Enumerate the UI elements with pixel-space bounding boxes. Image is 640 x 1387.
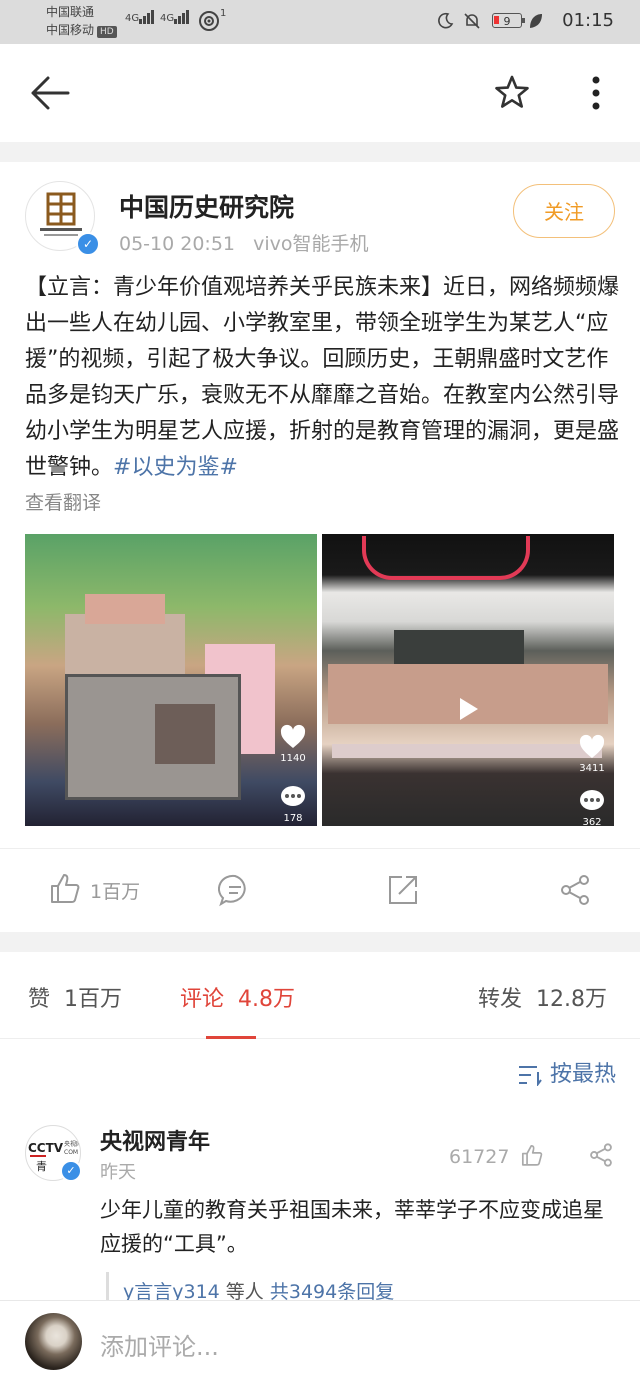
translate-link[interactable]: 查看翻译 xyxy=(25,488,101,515)
comment-icon xyxy=(217,874,246,907)
star-outline-icon[interactable] xyxy=(494,74,530,114)
carrier-2: 中国移动 HD xyxy=(46,22,117,38)
signal-icon-2: 4G xyxy=(160,10,190,24)
verified-badge-icon: ✓ xyxy=(76,232,100,256)
sort-icon xyxy=(518,1066,542,1087)
share-button[interactable] xyxy=(558,873,592,911)
svg-text:COM: COM xyxy=(64,1149,78,1156)
comment-text: 少年儿童的教育关乎祖国未来，莘莘学子不应变成追星应援的“工具”。 xyxy=(100,1198,604,1256)
like-button[interactable]: 1百万 xyxy=(48,871,140,909)
more-vertical-icon[interactable] xyxy=(590,74,602,118)
signal-icon: 4G xyxy=(125,10,155,24)
post-image-2[interactable]: 3411 362 xyxy=(322,534,614,826)
commenter-verified-icon: ✓ xyxy=(60,1160,82,1182)
arrow-left-icon[interactable] xyxy=(28,74,70,116)
repost-button[interactable] xyxy=(386,873,420,911)
post-text: 【立言：青少年价值观培养关乎民族未来】近日，网络频频爆出一些人在幼儿园、小学教室… xyxy=(25,275,620,480)
comment-button[interactable] xyxy=(217,873,252,911)
play-icon[interactable] xyxy=(452,694,482,727)
image-1-likes: 1140 xyxy=(280,753,306,764)
clock: 01:15 xyxy=(562,10,614,31)
thumbs-up-icon xyxy=(51,874,80,903)
hd-badge: HD xyxy=(97,26,117,38)
post-image-1[interactable]: 1140 178 xyxy=(25,534,317,826)
add-comment-input[interactable]: 添加评论... xyxy=(100,1327,219,1362)
svg-text:青: 青 xyxy=(36,1160,47,1173)
comments-tab[interactable]: 评论 4.8万 xyxy=(180,981,295,1013)
hashtag-link[interactable]: #以史为鉴# xyxy=(113,455,238,480)
image-2-comments: 362 xyxy=(582,817,602,826)
share-nodes-icon xyxy=(590,1143,612,1167)
leaf-icon xyxy=(528,12,544,34)
my-avatar[interactable] xyxy=(25,1313,82,1370)
share-out-icon xyxy=(389,876,417,904)
top-nav xyxy=(0,44,640,142)
commenter-name[interactable]: 央视网青年 xyxy=(100,1124,210,1156)
carrier-1: 中国联通 xyxy=(46,5,95,19)
mute-bell-icon xyxy=(462,11,482,35)
comment-share-button[interactable] xyxy=(588,1142,614,1172)
thumbs-up-icon xyxy=(521,1144,542,1166)
image-2-likes: 3411 xyxy=(579,763,605,774)
author-name[interactable]: 中国历史研究院 xyxy=(119,188,294,224)
sort-hot-button[interactable]: 按最热 xyxy=(517,1056,616,1088)
comment-bubble-icon-2: 362 xyxy=(572,788,612,826)
wifi-icon xyxy=(198,10,220,36)
wifi-count: 1 xyxy=(220,8,227,19)
heart-icon-2: 3411 xyxy=(572,734,612,774)
follow-button[interactable]: 关注 xyxy=(513,184,615,238)
post-source: vivo智能手机 xyxy=(253,233,369,255)
status-bar: 中国联通 中国移动 HD 4G 4G 1 9 01:15 xyxy=(0,0,640,44)
image-1-comments: 178 xyxy=(283,813,303,824)
comment-like-count: 61727 xyxy=(449,1146,510,1168)
moon-icon xyxy=(436,12,454,34)
comment-time: 昨天 xyxy=(100,1162,136,1183)
comment-bubble-icon: 178 xyxy=(273,784,313,824)
post-action-bar: 1百万 xyxy=(0,848,640,933)
likes-tab[interactable]: 赞 1百万 xyxy=(28,981,122,1013)
heart-icon: 1140 xyxy=(273,724,313,764)
comment-like-button[interactable]: 61727 xyxy=(449,1143,544,1168)
comment-input-bar xyxy=(0,1300,640,1387)
like-count: 1百万 xyxy=(90,881,141,903)
svg-text:央视网: 央视网 xyxy=(64,1140,81,1148)
battery-icon: 9 xyxy=(492,13,525,28)
share-nodes-icon xyxy=(561,875,589,905)
post-time: 05-10 20:51 xyxy=(119,233,236,255)
post-meta: 05-10 20:51 vivo智能手机 xyxy=(119,229,369,256)
reposts-tab[interactable]: 转发 12.8万 xyxy=(478,981,607,1013)
svg-text:CCTV: CCTV xyxy=(28,1141,64,1155)
